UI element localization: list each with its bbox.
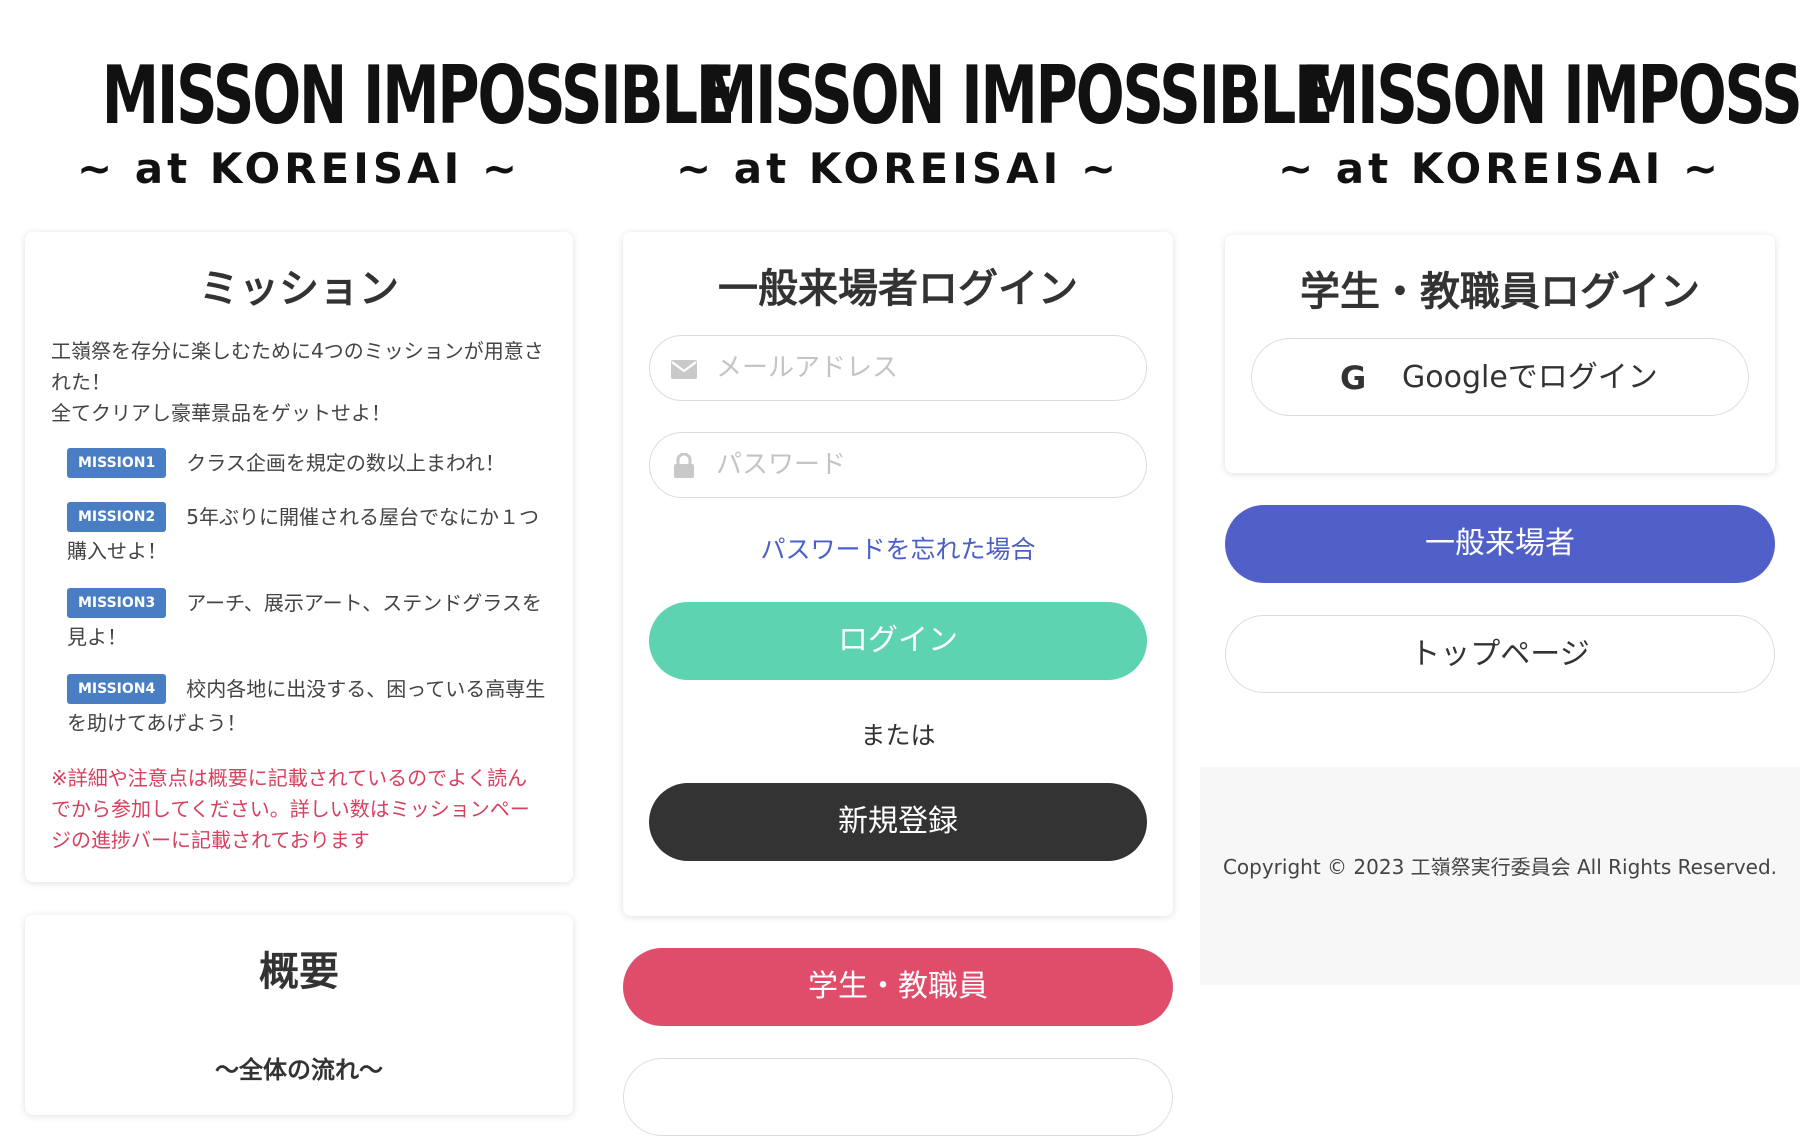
footer: Copyright © 2023 工嶺祭実行委員会 All Rights Res… [1200,767,1800,985]
top-page-button[interactable]: トップページ [1225,615,1775,693]
lock-icon [670,452,698,479]
guest-login-card: 一般来場者ログイン パスワードを忘れた場合 ログイン または 新規登録 [623,232,1173,916]
envelope-icon [670,356,698,382]
google-login-label: Googleでログイン [1402,360,1658,395]
site-logo: MISSON IMPOSSIBLE ~ at KOREISAI ~ [1225,49,1800,193]
login-button[interactable]: ログイン [649,602,1147,680]
logo-subtitle: ~ at KOREISAI ~ [76,144,522,193]
mission-note: ※詳細や注意点は概要に記載されているのでよく読んでから参加してください。詳しい数… [51,766,530,852]
mission-item-4: MISSION4 校内各地に出没する、困っている高専生を助けてあげよう！ [67,672,547,740]
secondary-button-partial[interactable] [623,1058,1173,1136]
mission-badge: MISSION3 [67,588,167,618]
mission-intro: 工嶺祭を存分に楽しむために4つのミッションが用意された！ 全てクリアし豪華景品を… [51,339,544,425]
summary-title: 概要 [259,949,339,995]
guest-switch-button[interactable]: 一般来場者 [1225,505,1775,583]
email-input[interactable] [716,336,1126,400]
google-login-button[interactable]: G Googleでログイン [1251,338,1749,416]
mission-badge: MISSION4 [67,674,167,704]
email-field[interactable] [649,335,1147,401]
staff-login-card: 学生・教職員ログイン G Googleでログイン [1225,235,1775,473]
summary-subtitle: 〜全体の流れ〜 [215,1056,383,1084]
mission-badge: MISSION2 [67,502,167,532]
mission-badge: MISSION1 [67,448,167,478]
password-input[interactable] [716,433,1126,497]
mission-item-2: MISSION2 5年ぶりに開催される屋台でなにか１つ購入せよ！ [67,500,547,568]
summary-card: 概要 〜全体の流れ〜 [25,915,573,1115]
mission-card: ミッション 工嶺祭を存分に楽しむために4つのミッションが用意された！ 全てクリア… [25,232,573,882]
logo-subtitle: ~ at KOREISAI ~ [1277,144,1723,193]
mission-item-1: MISSION1 クラス企画を規定の数以上まわれ！ [67,446,547,480]
staff-login-title: 学生・教職員ログイン [1300,269,1700,315]
guest-login-title: 一般来場者ログイン [718,266,1078,312]
forgot-password-link[interactable]: パスワードを忘れた場合 [623,530,1173,566]
logo-title: MISSON IMPOSSIBLE [700,49,1333,142]
site-logo: MISSON IMPOSSIBLE ~ at KOREISAI ~ [25,49,735,193]
google-icon: G [1340,359,1367,397]
logo-title: MISSON IMPOSSIBLE [1302,49,1800,142]
logo-subtitle: ~ at KOREISAI ~ [675,144,1121,193]
logo-title: MISSON IMPOSSIBLE [101,49,735,142]
register-button[interactable]: 新規登録 [649,783,1147,861]
mission-text: クラス企画を規定の数以上まわれ！ [186,451,505,475]
staff-switch-button[interactable]: 学生・教職員 [623,948,1173,1026]
mission-title: ミッション [199,266,399,312]
mission-item-3: MISSION3 アーチ、展示アート、ステンドグラスを見よ！ [67,586,547,654]
copyright-text: Copyright © 2023 工嶺祭実行委員会 All Rights Res… [1222,855,1778,879]
or-separator: または [860,721,936,750]
password-field[interactable] [649,432,1147,498]
site-logo: MISSON IMPOSSIBLE ~ at KOREISAI ~ [623,49,1334,193]
